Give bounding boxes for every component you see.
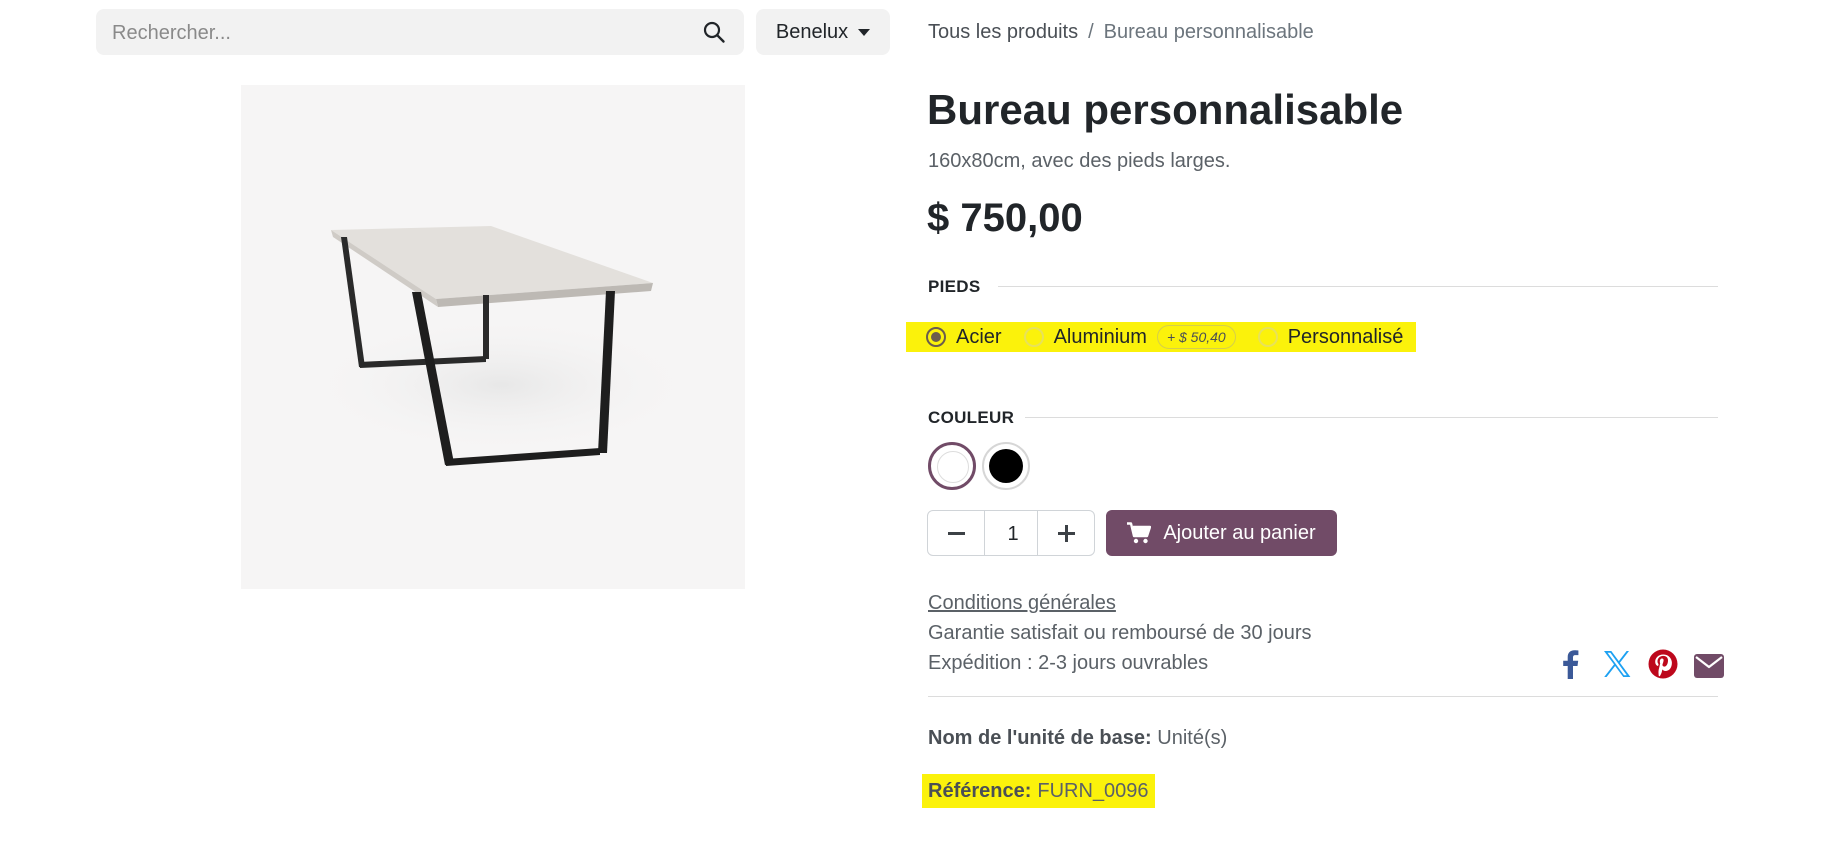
- minus-icon: [947, 531, 965, 535]
- breadcrumb: Tous les produits / Bureau personnalisab…: [928, 21, 1314, 44]
- email-icon[interactable]: [1693, 650, 1725, 682]
- base-unit-value: Unité(s): [1157, 727, 1228, 749]
- pricelist-label: Benelux: [775, 20, 849, 43]
- legs-options: Acier Aluminium + $ 50,40 Personnalisé: [906, 322, 1416, 352]
- divider: [998, 286, 1718, 287]
- caret-down-icon: [858, 28, 871, 36]
- radio-steel[interactable]: [926, 327, 946, 347]
- option-label-custom[interactable]: Personnalisé: [1288, 326, 1404, 349]
- base-unit-row: Nom de l'unité de base: Unité(s): [928, 727, 1227, 750]
- pricelist-dropdown[interactable]: Benelux: [756, 9, 890, 55]
- breadcrumb-separator: /: [1088, 21, 1094, 43]
- quantity-stepper: [927, 510, 1095, 557]
- option-label-steel[interactable]: Acier: [956, 326, 1002, 349]
- pinterest-icon[interactable]: [1647, 648, 1679, 680]
- base-unit-label: Nom de l'unité de base:: [928, 727, 1152, 749]
- reference-row: Référence: FURN_0096: [922, 774, 1155, 808]
- cart-icon: [1127, 522, 1152, 544]
- add-to-cart-label: Ajouter au panier: [1163, 521, 1316, 544]
- color-swatch-white[interactable]: [928, 442, 976, 490]
- search-icon[interactable]: [702, 20, 726, 44]
- search-input[interactable]: [110, 9, 674, 57]
- add-to-cart-button[interactable]: Ajouter au panier: [1106, 510, 1337, 556]
- price-extra-badge: + $ 50,40: [1156, 325, 1236, 349]
- facebook-icon[interactable]: [1555, 648, 1587, 680]
- attribute-label-color: COULEUR: [928, 408, 1015, 427]
- product-description: 160x80cm, avec des pieds larges.: [928, 150, 1231, 172]
- guarantee-text: Garantie satisfait ou remboursé de 30 jo…: [928, 622, 1312, 644]
- attribute-label-legs: PIEDS: [928, 277, 981, 296]
- divider: [1025, 417, 1718, 418]
- breadcrumb-current: Bureau personnalisable: [1103, 21, 1314, 43]
- plus-icon: [1057, 524, 1075, 542]
- product-price: $ 750,00: [927, 196, 1083, 240]
- breadcrumb-all-products[interactable]: Tous les produits: [928, 21, 1078, 44]
- radio-custom[interactable]: [1257, 327, 1278, 347]
- reference-value: FURN_0096: [1037, 779, 1149, 802]
- divider: [928, 696, 1718, 697]
- search-bar: [96, 9, 744, 57]
- radio-aluminium[interactable]: [1023, 327, 1044, 347]
- x-twitter-icon[interactable]: [1601, 648, 1633, 680]
- desk-illustration: [301, 226, 701, 466]
- decrease-quantity-button[interactable]: [928, 511, 984, 555]
- increase-quantity-button[interactable]: [1038, 511, 1094, 555]
- product-image[interactable]: [241, 85, 745, 589]
- terms-link[interactable]: Conditions générales: [928, 592, 1116, 615]
- reference-label: Référence:: [928, 779, 1032, 802]
- quantity-input[interactable]: [985, 511, 1041, 557]
- product-title: Bureau personnalisable: [927, 86, 1404, 133]
- option-label-aluminium[interactable]: Aluminium: [1054, 326, 1147, 349]
- color-swatch-black[interactable]: [982, 442, 1030, 490]
- shipping-text: Expédition : 2-3 jours ouvrables: [928, 652, 1209, 674]
